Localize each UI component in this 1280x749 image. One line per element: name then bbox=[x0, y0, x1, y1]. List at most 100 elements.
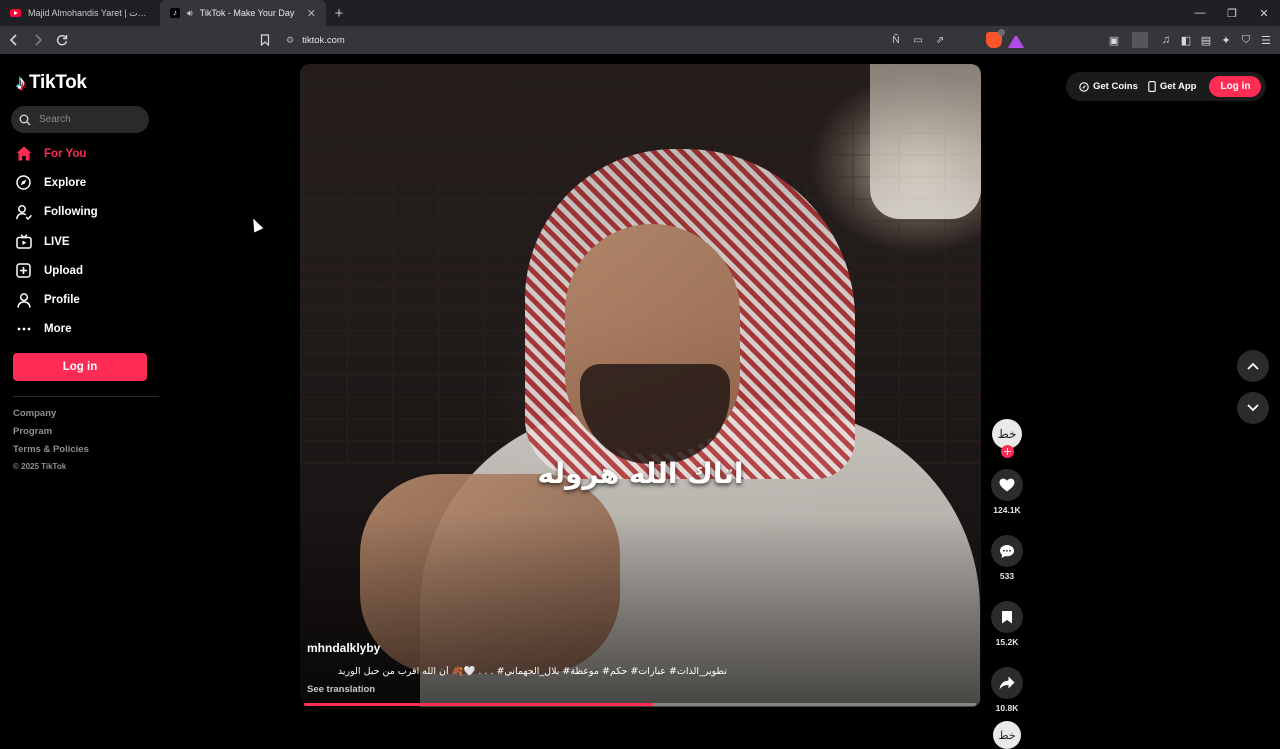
brave-shields-icon[interactable] bbox=[986, 29, 1005, 48]
home-icon bbox=[15, 145, 32, 162]
upload-icon bbox=[15, 262, 32, 279]
leo-ai-icon[interactable]: ✦ bbox=[1218, 32, 1234, 48]
follow-plus-icon[interactable]: + bbox=[1001, 445, 1014, 458]
reload-button[interactable] bbox=[52, 30, 72, 50]
sidebar-item-label: Following bbox=[44, 206, 98, 219]
media-icon[interactable]: ♫ bbox=[1158, 32, 1174, 48]
get-coins-label: Get Coins bbox=[1093, 81, 1138, 92]
following-icon bbox=[15, 204, 32, 221]
brave-rewards-icon[interactable] bbox=[1008, 32, 1024, 48]
sidebar-item-label: For You bbox=[44, 147, 87, 160]
copyright: © 2025 TikTok bbox=[13, 462, 67, 471]
sidebar-item-label: More bbox=[44, 323, 72, 336]
see-translation-link[interactable]: See translation bbox=[307, 684, 375, 695]
close-tab-icon[interactable]: ✕ bbox=[307, 7, 316, 20]
comment-icon bbox=[1000, 544, 1014, 558]
site-info-icon[interactable]: ⚙ bbox=[286, 35, 294, 46]
phone-icon bbox=[1148, 81, 1156, 92]
separator bbox=[1132, 32, 1148, 48]
chevron-up-icon bbox=[1247, 362, 1259, 370]
close-window-button[interactable]: ✕ bbox=[1248, 0, 1280, 26]
video-caption: تطوير_الذات# عبارات# حكم# موعظة# بلال_ال… bbox=[337, 666, 727, 677]
browser-tab-tiktok[interactable]: ♪ 🔊︎ TikTok - Make Your Day ✕ bbox=[160, 0, 326, 26]
vpn-shield-icon[interactable]: ⛉ bbox=[1238, 32, 1254, 48]
youtube-favicon-icon bbox=[10, 9, 21, 17]
sidebar-footer: Company Program Terms & Policies © 2025 … bbox=[13, 408, 89, 471]
coin-icon bbox=[1079, 81, 1089, 92]
logo-text: TikTok bbox=[29, 72, 87, 93]
sidebar-item-upload[interactable]: Upload bbox=[13, 256, 153, 285]
get-coins-link[interactable]: Get Coins bbox=[1074, 81, 1143, 92]
share-arrow-icon bbox=[999, 676, 1015, 690]
browser-toolbar: ⚙ tiktok.com Ñ ▭ ⇗ 1 ▣ ♫ ◧ ▤ ✦ ⛉ ☰ bbox=[0, 26, 1280, 66]
video-shade bbox=[300, 64, 981, 707]
video-progress-bar[interactable] bbox=[304, 703, 976, 706]
restore-button[interactable]: ❐ bbox=[1216, 0, 1248, 26]
sidebar-item-more[interactable]: More bbox=[13, 315, 153, 344]
sidebar-item-profile[interactable]: Profile bbox=[13, 285, 153, 314]
back-button[interactable] bbox=[4, 30, 24, 50]
save-button[interactable] bbox=[991, 601, 1023, 633]
footer-link-terms[interactable]: Terms & Policies bbox=[13, 444, 89, 462]
like-button[interactable] bbox=[991, 469, 1023, 501]
share-button[interactable] bbox=[991, 667, 1023, 699]
new-tab-button[interactable]: + bbox=[326, 0, 352, 26]
search-icon bbox=[19, 114, 31, 125]
tiktok-favicon-icon: ♪ bbox=[170, 8, 180, 18]
tab-title: TikTok - Make Your Day bbox=[199, 8, 295, 18]
share-icon[interactable]: ⇗ bbox=[932, 32, 948, 48]
like-count: 124.1K bbox=[993, 505, 1021, 515]
tiktok-page: ♪ TikTok For You Explore Following bbox=[0, 54, 1280, 749]
forward-button[interactable] bbox=[28, 30, 48, 50]
chevron-down-icon bbox=[1247, 404, 1259, 412]
sidebar-item-label: Explore bbox=[44, 176, 87, 189]
sidebar-item-live[interactable]: LIVE bbox=[13, 227, 153, 256]
header-login-button[interactable]: Log in bbox=[1209, 76, 1262, 97]
sidebar-item-explore[interactable]: Explore bbox=[13, 168, 153, 197]
get-app-link[interactable]: Get App bbox=[1143, 81, 1202, 92]
sidebar-item-label: Profile bbox=[44, 294, 80, 307]
tiktok-note-icon: ♪ bbox=[16, 72, 26, 94]
sidebar-item-following[interactable]: Following bbox=[13, 198, 153, 227]
save-count: 15.2K bbox=[995, 637, 1019, 647]
sidebar-divider bbox=[13, 396, 159, 397]
footer-link-program[interactable]: Program bbox=[13, 426, 89, 444]
share-count: 10.8K bbox=[995, 703, 1019, 713]
tab-title: Majid Almohandis Yaret | بندس يارت bbox=[28, 7, 150, 18]
comment-button[interactable] bbox=[991, 535, 1023, 567]
video-overlay-text: اتاك الله هروله bbox=[537, 457, 744, 490]
video-author[interactable]: mhndalklyby bbox=[307, 641, 380, 655]
music-disc-avatar[interactable]: خط bbox=[993, 721, 1021, 749]
footer-link-company[interactable]: Company bbox=[13, 408, 89, 426]
browser-tab-youtube[interactable]: Majid Almohandis Yaret | بندس يارت bbox=[0, 0, 160, 26]
reading-mode-icon[interactable]: ▣ bbox=[1106, 32, 1122, 48]
next-video-button[interactable] bbox=[1237, 392, 1269, 424]
video-player[interactable]: اتاك الله هروله mhndalklyby تطوير_الذات#… bbox=[300, 64, 981, 707]
menu-icon[interactable]: ☰ bbox=[1258, 32, 1274, 48]
url-text: tiktok.com bbox=[302, 34, 345, 46]
bookmark-icon[interactable] bbox=[256, 30, 274, 50]
sidebar-item-for-you[interactable]: For You bbox=[13, 139, 153, 168]
get-app-label: Get App bbox=[1159, 81, 1197, 92]
sidebar-item-label: LIVE bbox=[44, 235, 70, 248]
sidebar-icon[interactable]: ◧ bbox=[1178, 32, 1194, 48]
search-input[interactable] bbox=[39, 114, 139, 125]
top-right-actions: Get Coins Get App Log in bbox=[1066, 72, 1266, 101]
tiktok-logo[interactable]: ♪ TikTok bbox=[16, 72, 87, 94]
search-box[interactable] bbox=[11, 106, 149, 133]
live-icon bbox=[15, 233, 32, 250]
video-progress-fill bbox=[304, 703, 654, 706]
previous-video-button[interactable] bbox=[1237, 350, 1269, 382]
window-controls: — ❐ ✕ bbox=[1184, 0, 1280, 26]
more-icon bbox=[15, 321, 32, 338]
cast-icon[interactable]: ▭ bbox=[910, 32, 926, 48]
heart-icon bbox=[999, 478, 1015, 492]
speaker-icon[interactable]: 🔊︎ bbox=[187, 8, 193, 19]
translate-icon[interactable]: Ñ bbox=[888, 32, 904, 48]
minimize-button[interactable]: — bbox=[1184, 0, 1216, 26]
author-avatar[interactable]: خط + bbox=[992, 419, 1022, 458]
browser-extensions: ▣ ♫ ◧ ▤ ✦ ⛉ ☰ bbox=[1106, 30, 1274, 50]
compass-icon bbox=[15, 174, 32, 191]
wallet-icon[interactable]: ▤ bbox=[1198, 32, 1214, 48]
sidebar-login-button[interactable]: Log in bbox=[13, 353, 147, 381]
